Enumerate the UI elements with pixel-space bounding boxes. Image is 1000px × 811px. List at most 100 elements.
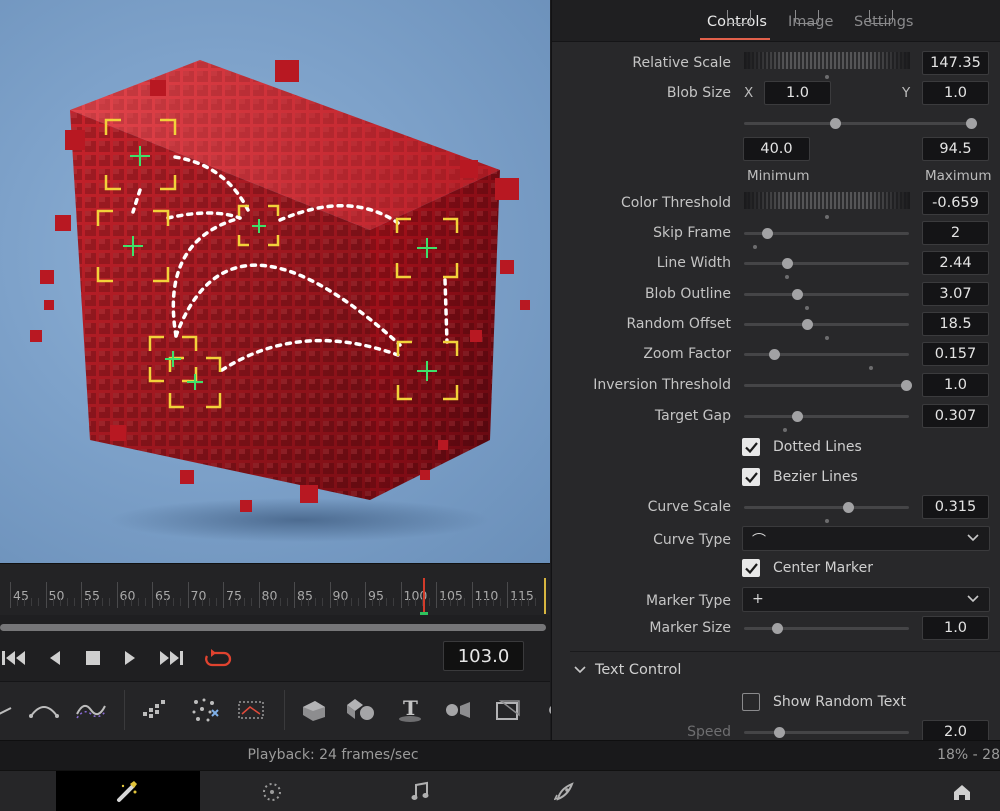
speed-slider[interactable] <box>744 727 909 738</box>
blob-size-y-field[interactable]: 1.0 <box>922 81 989 105</box>
curve-type-value: ⌒ <box>752 533 766 549</box>
target-gap-field[interactable]: 0.307 <box>922 404 989 428</box>
relative-scale-field[interactable]: 147.35 <box>922 51 989 75</box>
timeline-minor-tick <box>514 598 516 606</box>
bezier-lines-row: Bezier Lines <box>552 463 1000 493</box>
scrub-bar-fill[interactable] <box>0 624 546 631</box>
color-threshold-thumbwheel[interactable] <box>744 192 910 209</box>
curve-scale-field[interactable]: 0.315 <box>922 495 989 519</box>
dotted-lines-row: Dotted Lines <box>552 433 1000 463</box>
skip-to-end-icon[interactable] <box>157 645 185 671</box>
zoom-factor-slider[interactable] <box>744 349 909 360</box>
blob-size-min-knob[interactable] <box>830 118 841 129</box>
curve-type-dropdown[interactable]: ⌒ <box>742 526 990 551</box>
blob-outline-slider[interactable] <box>744 289 909 300</box>
text3d-tool-icon[interactable]: T <box>392 694 428 726</box>
timeline-ruler[interactable]: 45 50 55 60 65 70 75 80 85 90 95 100 105 110 115 <box>0 563 550 615</box>
zoom-factor-knob[interactable] <box>768 349 780 360</box>
current-frame-field[interactable]: 103.0 <box>443 641 524 671</box>
render-range-end[interactable] <box>544 578 546 614</box>
timeline-minor-tick <box>315 598 317 606</box>
timeline-minor-tick <box>66 598 68 606</box>
skip-frame-slider[interactable] <box>744 228 909 239</box>
target-gap-knob[interactable] <box>791 411 803 422</box>
polyline-tool-icon[interactable] <box>0 694 20 726</box>
fairlight-page-icon[interactable] <box>400 771 440 811</box>
timeline-tick <box>329 582 331 608</box>
text-control-header[interactable]: Text Control <box>552 656 1000 686</box>
random-offset-field[interactable]: 18.5 <box>922 312 989 336</box>
paint-tool-icon[interactable] <box>136 694 172 726</box>
timeline-tick <box>10 582 11 608</box>
particle-tool-icon[interactable] <box>186 694 222 726</box>
timeline-minor-tick <box>485 598 487 606</box>
texture-tool-icon[interactable] <box>233 694 269 726</box>
color-threshold-field[interactable]: -0.659 <box>922 191 989 215</box>
bezier-lines-checkbox[interactable] <box>742 468 760 486</box>
dotted-lines-checkbox[interactable] <box>742 438 760 456</box>
blob-outline-knob[interactable] <box>791 289 803 300</box>
timeline-minor-tick <box>528 598 530 606</box>
random-offset-knob[interactable] <box>801 319 813 330</box>
relative-scale-thumbwheel[interactable] <box>744 52 910 69</box>
show-random-text-checkbox[interactable] <box>742 693 760 711</box>
line-width-field[interactable]: 2.44 <box>922 251 989 275</box>
blob-size-max-knob[interactable] <box>966 118 977 129</box>
scrub-bar[interactable] <box>0 615 550 635</box>
shape3d-tool-icon[interactable] <box>296 694 332 726</box>
curve-scale-knob[interactable] <box>842 502 854 513</box>
blob-size-min-field[interactable]: 40.0 <box>743 137 810 161</box>
speed-field[interactable]: 2.0 <box>922 720 989 740</box>
timeline-minor-tick <box>95 598 97 606</box>
tab-controls[interactable]: Controls <box>707 10 767 30</box>
playhead[interactable] <box>423 578 425 614</box>
loop-icon[interactable] <box>204 645 232 671</box>
inversion-threshold-field[interactable]: 1.0 <box>922 373 989 397</box>
line-width-knob[interactable] <box>781 258 793 269</box>
speed-knob[interactable] <box>773 727 785 738</box>
skip-frame-field[interactable]: 2 <box>922 221 989 245</box>
marker-type-dropdown[interactable]: + <box>742 587 990 612</box>
color-page-icon[interactable] <box>252 771 292 811</box>
bezier-lines-label: Bezier Lines <box>773 469 858 485</box>
dotted-lines-label: Dotted Lines <box>773 439 862 455</box>
inversion-threshold-slider[interactable] <box>744 380 912 391</box>
bezier-tool-icon[interactable] <box>26 694 62 726</box>
fusion-page-icon[interactable] <box>56 771 200 811</box>
marker-size-slider[interactable] <box>744 623 909 634</box>
line-width-slider[interactable] <box>744 258 909 269</box>
timeline-tick-label: 90 <box>332 588 349 603</box>
tab-image[interactable]: Image <box>788 10 833 30</box>
tool-separator <box>284 690 285 730</box>
marker-size-knob[interactable] <box>772 623 783 634</box>
curve-scale-slider[interactable] <box>744 502 909 513</box>
inversion-threshold-knob[interactable] <box>900 380 912 391</box>
blob-size-x-field[interactable]: 1.0 <box>764 81 831 105</box>
blob-size-range-slider[interactable] <box>744 118 977 129</box>
merge3d-tool-icon[interactable] <box>343 694 379 726</box>
timeline-tick <box>258 582 260 608</box>
skip-to-start-icon[interactable] <box>0 645 28 671</box>
random-offset-slider[interactable] <box>744 319 909 330</box>
blob-size-max-field[interactable]: 94.5 <box>922 137 989 161</box>
zoom-factor-field[interactable]: 0.157 <box>922 342 989 366</box>
timeline-minor-tick <box>393 598 395 606</box>
target-gap-slider[interactable] <box>744 411 909 422</box>
step-back-icon[interactable] <box>41 645 69 671</box>
marker-size-field[interactable]: 1.0 <box>922 616 989 640</box>
chevron-down-icon <box>574 666 586 674</box>
timeline-minor-tick <box>59 598 61 606</box>
stop-icon[interactable] <box>79 645 107 671</box>
camera3d-tool-icon[interactable] <box>440 694 476 726</box>
blob-outline-field[interactable]: 3.07 <box>922 282 989 306</box>
renderer3d-tool-icon[interactable] <box>490 694 526 726</box>
bspline-tool-icon[interactable] <box>73 694 109 726</box>
viewer[interactable] <box>0 0 550 563</box>
timeline-minor-tick <box>215 598 217 606</box>
play-icon[interactable] <box>116 645 144 671</box>
tab-settings[interactable]: Settings <box>854 10 913 30</box>
deliver-page-icon[interactable] <box>545 771 585 811</box>
home-icon[interactable] <box>942 771 982 811</box>
skip-frame-knob[interactable] <box>762 228 774 239</box>
center-marker-checkbox[interactable] <box>742 559 760 577</box>
